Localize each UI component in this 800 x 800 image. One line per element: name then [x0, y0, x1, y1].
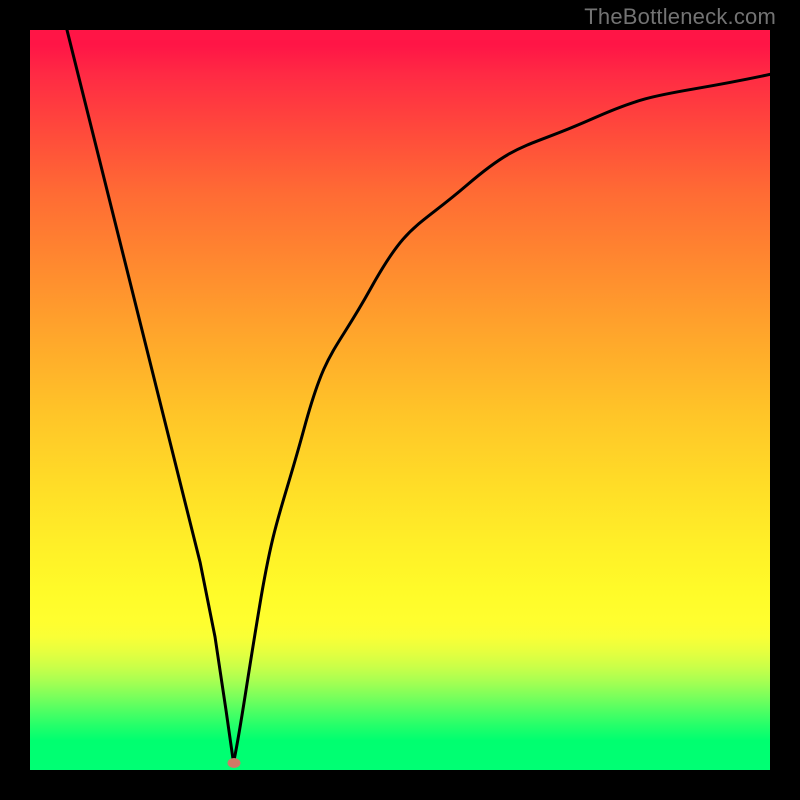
- curve-left-branch: [67, 30, 234, 763]
- minimum-marker: [227, 758, 240, 768]
- watermark-text: TheBottleneck.com: [584, 4, 776, 30]
- curve-layer: [30, 30, 770, 770]
- curve-right-branch: [234, 74, 771, 762]
- plot-area: [30, 30, 770, 770]
- chart-frame: TheBottleneck.com: [0, 0, 800, 800]
